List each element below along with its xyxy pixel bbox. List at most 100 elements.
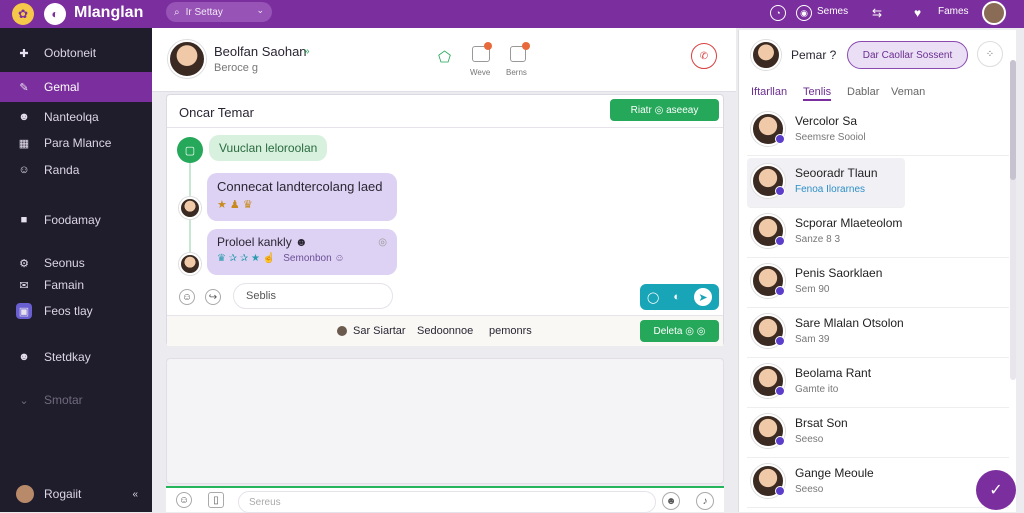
contact-sub: Gamte ito	[795, 384, 839, 395]
panel-action-button[interactable]: Dar Caollar Sossent	[847, 41, 968, 69]
sidebar-item-9[interactable]: ▣ Feos tlay	[0, 296, 152, 326]
tab-3[interactable]: Dablar	[847, 86, 879, 98]
message-bubble-2[interactable]: Connecat landtercolang laed ★ ♟ ♛	[207, 173, 397, 221]
thread-start-icon: ▢	[177, 137, 203, 163]
composer: ☺ ▯ Sereus ☻ ♪	[166, 486, 724, 513]
sidebar-item-label: Gemal	[44, 80, 80, 94]
sidebar-item-label: Stetdkay	[44, 350, 91, 364]
sender-avatar[interactable]	[179, 253, 201, 275]
sidebar-item-label: Foodamay	[44, 213, 101, 227]
sticker-icon[interactable]: ◐	[673, 291, 680, 303]
empty-panel	[166, 358, 724, 484]
sidebar-item-6[interactable]: ■ Foodamay	[0, 205, 152, 235]
attach-icon[interactable]: ↪	[205, 289, 221, 305]
sidebar-item-2[interactable]: ✎ Gemal	[0, 72, 152, 102]
divider	[167, 127, 723, 128]
thread-title: Oncar Temar	[179, 105, 254, 120]
clock-icon[interactable]: ◔	[770, 5, 786, 21]
contact-name: Sare Mlalan Otsolon	[795, 316, 904, 330]
contact-item[interactable]: Sare Mlalan Otsolon Sam 39	[747, 308, 1009, 358]
delete-button[interactable]: Deleta ◎ ◎	[640, 320, 719, 342]
contact-avatar[interactable]	[168, 40, 206, 78]
contact-item[interactable]: Brsat Son Seeso	[747, 408, 1009, 458]
clip-icon[interactable]: ▯	[208, 492, 224, 508]
contact-item-selected[interactable]: Seooradr Tlaun Fenoa Ilorarnes	[747, 158, 905, 208]
sidebar-item-5[interactable]: ☺ Randa	[0, 155, 152, 185]
contact-sub: Seeso	[795, 434, 824, 445]
call-icon[interactable]: ⬠	[438, 48, 451, 66]
compose-fab-icon[interactable]: ✓	[976, 470, 1016, 510]
contact-item[interactable]: Penis Saorklaen Sem 90	[747, 258, 1009, 308]
sidebar-item-10[interactable]: ☻ Stetdkay	[0, 342, 152, 372]
sender-avatar[interactable]	[179, 197, 201, 219]
sidebar-item-label: Feos tlay	[44, 304, 93, 318]
search-icon: ⌕	[174, 6, 180, 18]
message-reactions[interactable]: ★ ♟ ♛	[217, 198, 387, 211]
sidebar-footer[interactable]: Rogaiit «	[0, 479, 152, 509]
mail-icon: ✉	[19, 279, 29, 292]
message-input[interactable]: Sereus	[238, 491, 656, 513]
sidebar-item-label: Para Mlance	[44, 136, 112, 150]
info-item-3[interactable]: pemonrs	[489, 325, 532, 337]
gear-icon: ⚙	[19, 257, 29, 270]
mic-icon[interactable]: ♪	[696, 492, 714, 510]
collapse-icon[interactable]: «	[132, 489, 138, 500]
sidebar-item-4[interactable]: ▦ Para Mlance	[0, 128, 152, 158]
sidebar-item-label: Famain	[44, 278, 85, 292]
search-input[interactable]: ⌕ Ir Settay ⌄	[166, 2, 272, 22]
sidebar-item-label: Nanteolqa	[44, 110, 99, 124]
message-bubble-1[interactable]: Vuuclan leloroolan	[209, 135, 328, 161]
record-icon[interactable]: ◯	[647, 291, 659, 304]
send-controls[interactable]: ◯ ◐ ➤	[640, 284, 719, 310]
down-icon: ⌄	[19, 394, 29, 407]
contact-name: Penis Saorklaen	[795, 266, 883, 280]
heart-icon[interactable]: ♥	[914, 6, 921, 20]
contact-item[interactable]: Scporar Mlaeteolom Sanze 8 3	[747, 208, 1009, 258]
status-badge	[775, 286, 785, 296]
sticker-icon[interactable]: ☻	[662, 492, 680, 510]
contact-sub: Sanze 8 3	[795, 234, 841, 245]
sidebar-item-1[interactable]: ✚ Oobtoneit	[0, 38, 152, 68]
app-logo-icon: ✿	[12, 3, 34, 25]
tab-1[interactable]: Iftarllan	[751, 86, 787, 98]
top-bar: ✿ ◐ Mlanglan ⌕ Ir Settay ⌄ ◔ ◉ Semes ⇆ ♥…	[0, 0, 1024, 28]
thread-action-button[interactable]: Riatr ◎ aseeay	[610, 99, 719, 121]
panel-avatar[interactable]	[751, 40, 781, 70]
message-reactions[interactable]: ♛ ✰ ✰ ★ ☝	[217, 253, 275, 264]
message-bubble-3[interactable]: Proloel kankly ☻ ♛ ✰ ✰ ★ ☝ Semonbon ☺ ◎	[207, 229, 397, 275]
app-icon: ▣	[16, 303, 32, 319]
top-link-2[interactable]: Fames	[938, 6, 969, 17]
contact-item[interactable]: Beolama Rant Gamte ito	[747, 358, 1009, 408]
send-icon[interactable]: ➤	[693, 288, 712, 306]
contact-item[interactable]: Vercolor Sa Seemsre Sooiol	[747, 106, 1009, 156]
contact-sub: Seeso	[795, 484, 824, 495]
status-badge	[775, 134, 785, 144]
sidebar-item-11[interactable]: ⌄ Smotar	[0, 385, 152, 415]
files-label: Berns	[506, 68, 527, 77]
emoji-icon[interactable]: ☺	[179, 289, 195, 305]
top-link-1[interactable]: Semes	[817, 6, 848, 17]
info-item-1[interactable]: Sar Siartar	[353, 325, 406, 337]
more-options-icon[interactable]: ⁘	[977, 41, 1003, 67]
info-item-2[interactable]: Sedoonnoe	[417, 325, 473, 337]
panel-title: Pemar ?	[791, 48, 837, 62]
end-call-icon[interactable]: ✆	[691, 43, 717, 69]
arrows-icon[interactable]: ⇆	[872, 6, 882, 20]
emoji-icon[interactable]: ☺	[176, 492, 192, 508]
reply-input[interactable]: Seblis	[233, 283, 393, 309]
message-text: Proloel kankly ☻	[217, 235, 308, 249]
tab-4[interactable]: Veman	[891, 86, 925, 98]
contact-name: Seooradr Tlaun	[795, 166, 878, 180]
tab-2[interactable]: Tenlis	[803, 86, 832, 101]
contact-name: Gange Meoule	[795, 466, 874, 480]
user-circle-icon: ☻	[18, 351, 30, 363]
user-avatar[interactable]	[982, 1, 1006, 25]
more-icon[interactable]: ◎	[378, 237, 387, 248]
scrollbar-thumb[interactable]	[1010, 60, 1016, 180]
contact-sub: Fenoa Ilorarnes	[795, 184, 866, 195]
settings-icon[interactable]: ◉	[796, 5, 812, 21]
contact-item[interactable]: Gange Meoule Seeso	[747, 458, 1009, 508]
brand-icon: ◐	[44, 3, 66, 25]
status-badge	[775, 436, 785, 446]
contact-sub: Seemsre Sooiol	[795, 132, 866, 143]
